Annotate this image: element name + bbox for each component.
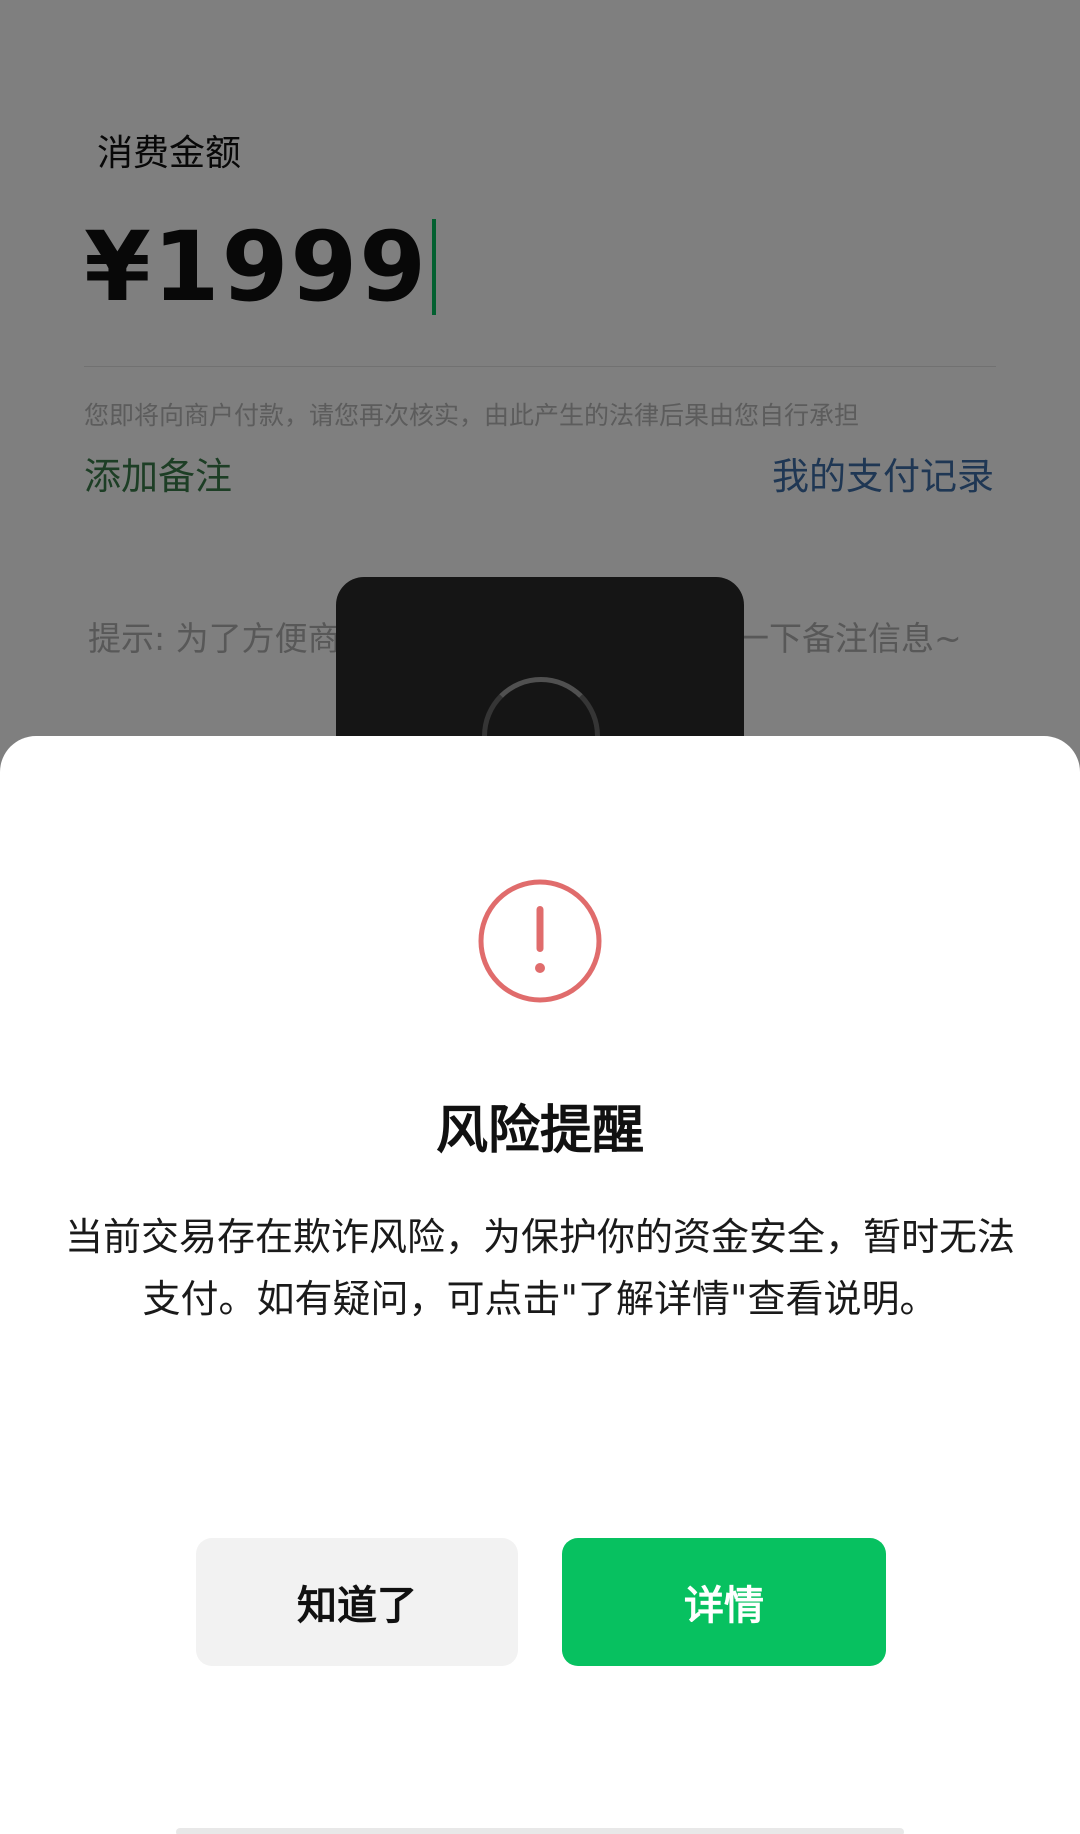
exclamation-circle-icon xyxy=(478,879,602,1003)
acknowledge-button[interactable]: 知道了 xyxy=(196,1538,518,1666)
details-button[interactable]: 详情 xyxy=(562,1538,886,1666)
dialog-message: 当前交易存在欺诈风险，为保护你的资金安全，暂时无法支付。如有疑问，可点击"了解详… xyxy=(64,1215,1015,1321)
home-indicator[interactable] xyxy=(176,1828,904,1834)
payment-page: 消费金额 ¥1999 您即将向商户付款，请您再次核实，由此产生的法律后果由您自行… xyxy=(0,0,1080,1834)
risk-warning-dialog: 风险提醒 当前交易存在欺诈风险，为保护你的资金安全，暂时无法支付。如有疑问，可点… xyxy=(0,736,1080,1834)
dialog-title: 风险提醒 xyxy=(435,1101,644,1161)
